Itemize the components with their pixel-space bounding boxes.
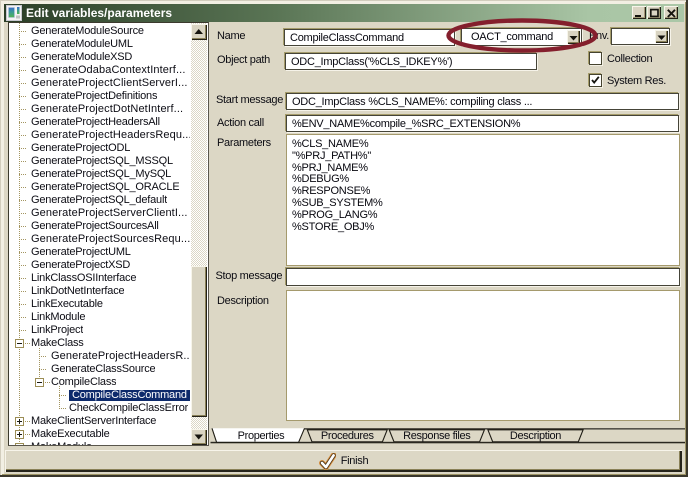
svg-text:Description: Description	[510, 430, 561, 442]
svg-text:Properties: Properties	[238, 430, 285, 442]
svg-text:Procedures: Procedures	[321, 430, 375, 442]
svg-text:Response files: Response files	[403, 430, 471, 442]
